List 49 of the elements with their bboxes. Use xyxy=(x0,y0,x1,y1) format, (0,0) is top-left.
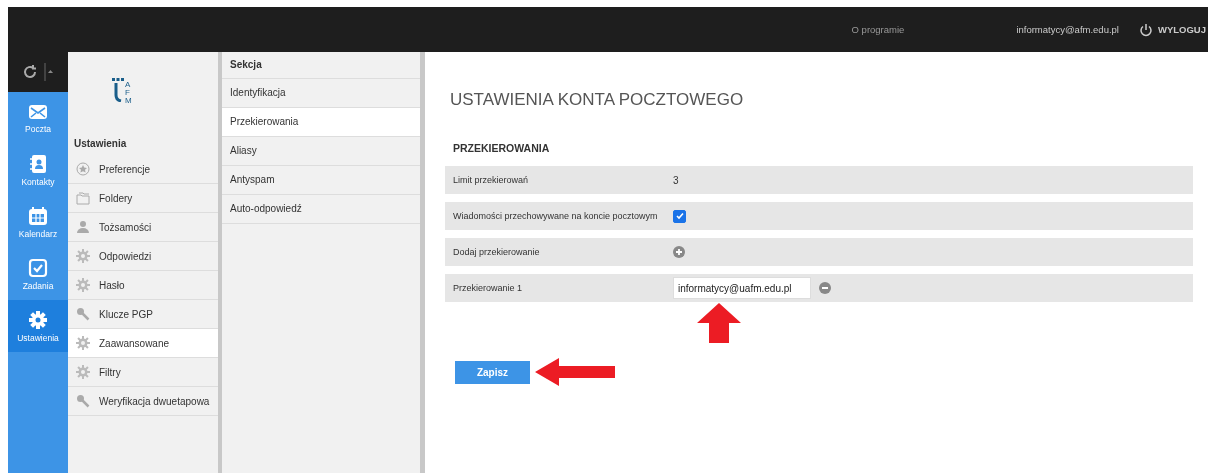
section-heading: Sekcja xyxy=(222,52,420,79)
power-icon xyxy=(1138,22,1153,37)
gear-icon xyxy=(76,278,90,292)
settings-item[interactable]: Filtry xyxy=(68,358,218,387)
forward-address-field[interactable]: informatycy@uafm.edu.pl xyxy=(673,277,811,299)
logo: A F M xyxy=(112,78,132,108)
gear-icon xyxy=(76,365,90,379)
page-title: USTAWIENIA KONTA POCZTOWEGO xyxy=(450,90,745,110)
row-label: Przekierowanie 1 xyxy=(452,283,524,293)
star-icon xyxy=(76,162,90,176)
settings-item[interactable]: Hasło xyxy=(68,271,218,300)
checkbox[interactable] xyxy=(673,209,686,223)
collapse-icon[interactable] xyxy=(44,63,54,81)
arrow-icon xyxy=(535,358,615,386)
nav-item[interactable]: Ustawienia xyxy=(8,300,68,352)
about-link[interactable]: O programie xyxy=(851,24,905,35)
folder-icon xyxy=(76,191,90,205)
settings-item[interactable]: Tożsamości xyxy=(68,213,218,242)
settings-item[interactable]: Zaawansowane xyxy=(68,329,218,358)
key-icon xyxy=(76,307,90,321)
logout-button[interactable]: WYLOGUJ xyxy=(1138,22,1206,37)
section-title: PRZEKIEROWANIA xyxy=(453,142,551,154)
refresh-icon[interactable] xyxy=(22,64,38,80)
key-icon xyxy=(76,394,90,408)
gear-icon xyxy=(76,249,90,263)
row-label: Limit przekierowań xyxy=(452,175,530,185)
row-label: Dodaj przekierowanie xyxy=(452,247,541,257)
row-value: 3 xyxy=(673,174,679,186)
section-item[interactable]: Antyspam xyxy=(222,166,420,195)
section-item[interactable]: Przekierowania xyxy=(222,108,420,137)
settings-heading: Ustawienia xyxy=(73,137,128,151)
envelope-icon xyxy=(28,102,48,121)
settings-item[interactable]: Preferencje xyxy=(68,155,218,184)
calendar-icon xyxy=(28,205,48,226)
settings-item[interactable]: Odpowiedzi xyxy=(68,242,218,271)
gear-icon xyxy=(76,336,90,350)
section-item[interactable]: Aliasy xyxy=(222,137,420,166)
settings-item[interactable]: Foldery xyxy=(68,184,218,213)
arrow-icon xyxy=(697,303,741,343)
person-icon xyxy=(76,220,90,234)
add-icon[interactable] xyxy=(673,246,685,258)
settings-item[interactable]: Weryfikacja dwuetapowa xyxy=(68,387,218,416)
section-item[interactable]: Auto-odpowiedź xyxy=(222,195,420,224)
user-email: informatycy@afm.edu.pl xyxy=(1016,24,1119,35)
remove-icon[interactable] xyxy=(819,282,831,294)
checkbox-icon xyxy=(28,257,48,278)
address-book-icon xyxy=(29,153,47,174)
row-label: Wiadomości przechowywane na koncie pocztowym xyxy=(452,211,659,221)
settings-icon xyxy=(28,309,48,330)
